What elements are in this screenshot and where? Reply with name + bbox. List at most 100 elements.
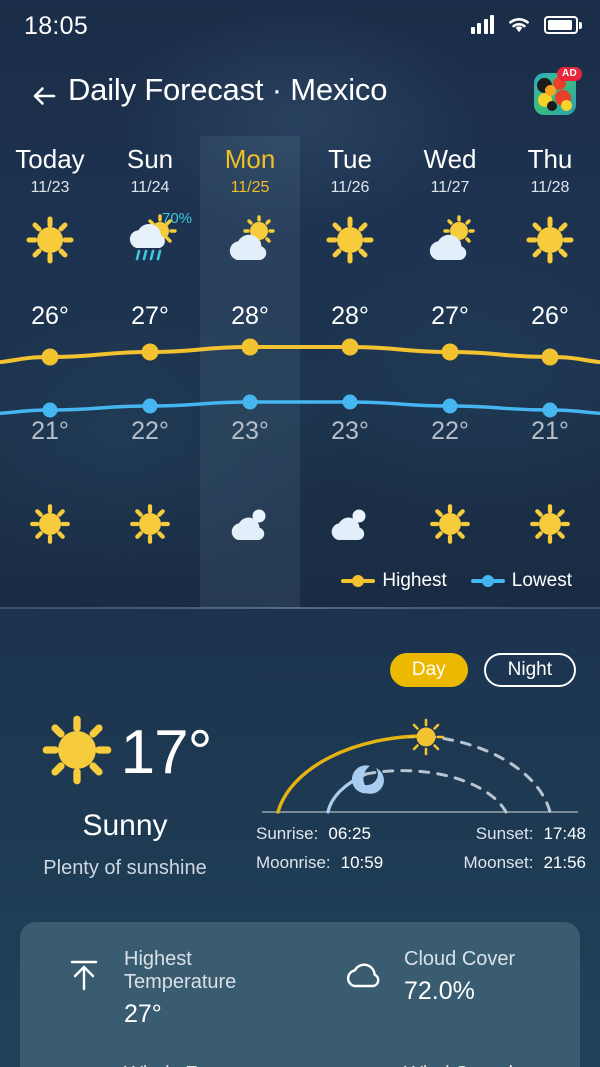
detail-value: 72.0% <box>404 977 475 1005</box>
precip-probability: 70% <box>162 210 193 227</box>
moonrise-cell: Moonrise: 10:59 <box>256 853 383 873</box>
day-high-temp: 28° <box>231 302 269 330</box>
chart-legend: Highest Lowest <box>341 570 572 592</box>
sunrise-label: Sunrise: <box>256 824 319 843</box>
sunny-icon <box>39 712 115 793</box>
day-high-temp: 27° <box>431 302 469 330</box>
day-name: Today <box>15 144 85 174</box>
day-low-temp: 21° <box>31 417 69 445</box>
forecast-column-5[interactable]: Thu 11/28 26° 21° <box>500 136 600 608</box>
moon-marker-icon <box>351 765 384 794</box>
day-name: Wed <box>423 144 477 174</box>
detail-label: Highest Temperature <box>124 948 237 993</box>
weather-details-card: Highest Temperature 27° Cloud Cover 72.0… <box>20 922 580 1067</box>
toggle-night-button[interactable]: Night <box>483 653 576 687</box>
sunny-icon <box>300 212 400 268</box>
status-clock: 18:05 <box>24 12 89 40</box>
detail-label: Wind Speed <box>404 1063 513 1067</box>
sunny-icon <box>0 498 100 550</box>
forecast-column-3[interactable]: Tue 11/26 28° 23° <box>300 136 400 608</box>
day-name: Thu <box>527 144 573 174</box>
day-date: 11/27 <box>430 179 470 196</box>
detail-item-winds-from: Winds From <box>20 1063 300 1067</box>
cellular-bars-icon <box>470 15 494 34</box>
sunny-icon <box>100 498 200 550</box>
forecast-column-2[interactable]: Mon 11/25 28° 23° <box>200 136 300 608</box>
day-name: Sun <box>126 144 174 174</box>
day-low-temp: 21° <box>531 417 569 445</box>
current-condition: Sunny <box>82 809 168 842</box>
legend-label-high: Highest <box>382 570 447 591</box>
legend-dot-low-icon <box>470 575 505 587</box>
partly-cloudy-icon <box>400 212 500 268</box>
detail-item-highest-temperature: Highest Temperature 27° <box>20 948 300 1063</box>
legend-item-low: Lowest <box>470 570 572 592</box>
detail-label: Winds From <box>124 1063 232 1067</box>
ad-banner-button[interactable]: AD <box>534 67 582 117</box>
sunrise-cell: Sunrise: 06:25 <box>256 824 371 844</box>
cloud-icon <box>342 952 386 996</box>
arrow-up-temp-icon <box>62 952 106 996</box>
sunny-icon <box>500 212 600 268</box>
cloudy-night-icon <box>300 498 400 550</box>
page-title: Daily Forecast · Mexico <box>68 72 388 107</box>
day-date: 11/26 <box>330 179 370 196</box>
moonset-value: 21:56 <box>543 853 586 872</box>
day-night-toggle[interactable]: Day Night <box>389 653 576 687</box>
sun-moon-times: Sunrise: 06:25 Sunset: 17:48 Moonrise: 1… <box>256 824 586 882</box>
legend-dot-high-icon <box>341 575 376 587</box>
back-arrow-icon[interactable] <box>24 76 64 116</box>
wifi-icon <box>509 18 529 33</box>
sun-marker-icon <box>407 718 445 756</box>
moonrise-moonset-row: Moonrise: 10:59 Moonset: 21:56 <box>256 853 586 873</box>
forecast-column-0[interactable]: Today 11/23 26° 21° <box>0 136 100 608</box>
detail-item-cloud-cover: Cloud Cover 72.0% <box>300 948 580 1063</box>
moonset-label: Moonset: <box>463 853 534 872</box>
moonset-cell: Moonset: 21:56 <box>464 853 586 873</box>
toggle-day-button[interactable]: Day <box>389 653 468 687</box>
sunset-value: 17:48 <box>543 824 586 843</box>
app-bar: Daily Forecast · Mexico AD <box>0 58 600 136</box>
battery-icon <box>544 15 582 34</box>
status-icons <box>470 15 582 34</box>
current-description: Plenty of sunshine <box>43 857 207 879</box>
current-temperature: 17° <box>120 717 213 787</box>
current-condition-block: 17° Sunny Plenty of sunshine <box>0 712 250 880</box>
day-high-temp: 26° <box>531 302 569 330</box>
day-high-temp: 26° <box>31 302 69 330</box>
status-bar: 18:05 <box>0 0 600 56</box>
forecast-column-4[interactable]: Wed 11/27 27° 22° <box>400 136 500 608</box>
detail-item-wind-speed: Wind Speed <box>300 1063 580 1067</box>
ad-badge: AD <box>556 67 582 81</box>
day-date: 11/23 <box>30 179 70 196</box>
moonrise-label: Moonrise: <box>256 853 331 872</box>
forecast-column-1[interactable]: Sun 11/24 70% 27° 22° <box>100 136 200 608</box>
day-date: 11/28 <box>530 179 570 196</box>
cloudy-night-icon <box>200 498 300 550</box>
day-date: 11/24 <box>130 179 170 196</box>
forecast-columns: Today 11/23 26° 21° Sun 11/24 70% 27° 22… <box>0 136 600 608</box>
partly-cloudy-icon <box>200 212 300 268</box>
sunset-label: Sunset: <box>475 824 534 843</box>
sunny-icon <box>400 498 500 550</box>
legend-label-low: Lowest <box>511 570 572 591</box>
sun-moon-arc-chart <box>258 716 582 820</box>
day-name: Mon <box>224 144 276 174</box>
sunrise-value: 06:25 <box>328 824 371 843</box>
legend-item-high: Highest <box>341 570 447 592</box>
day-high-temp: 27° <box>131 302 169 330</box>
day-low-temp: 22° <box>431 417 469 445</box>
day-date: 11/25 <box>230 179 270 196</box>
detail-label: Cloud Cover <box>404 948 516 970</box>
day-low-temp: 22° <box>131 417 169 445</box>
detail-value: 27° <box>124 1000 162 1028</box>
sunny-icon <box>500 498 600 550</box>
sunny-icon <box>0 212 100 268</box>
day-low-temp: 23° <box>331 417 369 445</box>
sunset-cell: Sunset: 17:48 <box>476 824 586 844</box>
day-high-temp: 28° <box>331 302 369 330</box>
sunrise-sunset-row: Sunrise: 06:25 Sunset: 17:48 <box>256 824 586 844</box>
moonrise-value: 10:59 <box>340 853 384 872</box>
day-name: Tue <box>328 144 372 174</box>
day-low-temp: 23° <box>231 417 269 445</box>
